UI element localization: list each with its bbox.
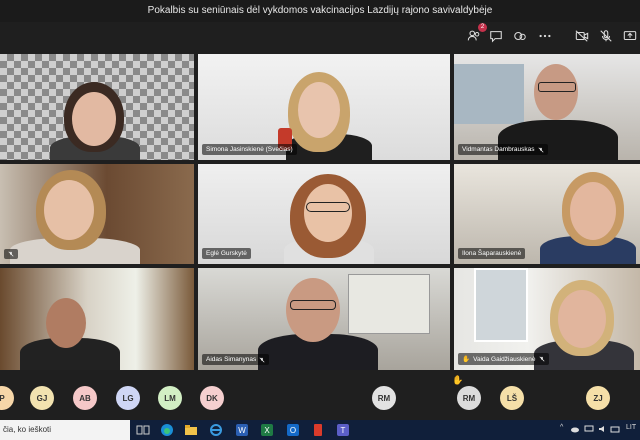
avatar[interactable]: RM — [372, 386, 396, 410]
meeting-title: Pokalbis su seniūnais dėl vykdomos vakci… — [0, 0, 640, 22]
word-icon[interactable]: W — [235, 423, 249, 437]
excel-icon[interactable]: X — [260, 423, 274, 437]
participant-name-label: Ilona Šaparauskienė — [458, 248, 526, 259]
video-tile[interactable] — [0, 54, 194, 160]
avatar-initials: P — [0, 393, 5, 403]
mic-off-icon — [8, 251, 14, 257]
participant-name: Ilona Šaparauskienė — [462, 250, 522, 257]
mic-off-icon — [259, 357, 265, 362]
file-explorer-icon[interactable] — [184, 423, 198, 437]
avatar[interactable]: DK — [200, 386, 224, 410]
video-tile[interactable] — [0, 268, 194, 370]
participant-name-label: Simona Jasinskienė (Svečias) — [202, 144, 297, 155]
language-indicator[interactable]: LIT — [626, 424, 636, 431]
internet-explorer-icon[interactable] — [209, 423, 223, 437]
video-tile[interactable] — [0, 164, 194, 264]
teams-icon[interactable]: T — [336, 423, 350, 437]
camera-off-button[interactable] — [572, 26, 592, 46]
participant-name-label: Aidas Simanynas — [202, 354, 270, 365]
participant-name: Vaida Gaidžiauskienė — [473, 355, 536, 363]
avatar[interactable]: P — [0, 386, 14, 410]
avatar[interactable]: RM — [457, 386, 481, 410]
edge-browser-icon[interactable] — [160, 423, 174, 437]
taskbar: čia, ko ieškoti W X O T ^ LIT — [0, 420, 640, 440]
cloud-icon[interactable] — [570, 424, 580, 434]
volume-icon[interactable] — [598, 424, 608, 434]
mic-off-button[interactable] — [596, 26, 616, 46]
avatar[interactable]: GJ — [30, 386, 54, 410]
taskbar-search-box[interactable]: čia, ko ieškoti — [0, 420, 130, 440]
reactions-icon — [514, 31, 526, 41]
keyboard-icon[interactable] — [610, 424, 620, 434]
svg-text:X: X — [264, 426, 270, 435]
share-screen-button[interactable] — [620, 26, 640, 46]
avatar-initials: LŠ — [506, 393, 518, 403]
video-tile[interactable]: Eglė Gurskytė — [198, 164, 450, 264]
avatar-initials: GJ — [36, 393, 48, 403]
participant-name: Vidmantas Dambrauskas — [462, 146, 535, 153]
video-tile[interactable]: Ilona Šaparauskienė — [454, 164, 640, 264]
meeting-toolbar: 2 — [0, 22, 640, 50]
more-actions-button[interactable] — [535, 26, 555, 46]
video-grid: Simona Jasinskienė (Svečias) Vidmantas D… — [0, 52, 640, 370]
participant-name-label: Vidmantas Dambrauskas — [458, 144, 548, 155]
video-tile[interactable]: Aidas Simanynas — [198, 268, 450, 370]
avatar-initials: LG — [122, 393, 134, 403]
outlook-icon[interactable]: O — [286, 423, 300, 437]
hand-raised-icon: ✋ — [462, 356, 471, 363]
svg-text:W: W — [238, 426, 246, 435]
reactions-button[interactable] — [510, 26, 530, 46]
participants-button[interactable]: 2 — [464, 23, 487, 46]
avatar[interactable]: LG — [116, 386, 140, 410]
participant-avatar-strip: P GJ AB LG LM DK RM ✋ RM LŠ ZJ — [0, 370, 640, 420]
svg-text:T: T — [341, 426, 346, 435]
camera-off-icon — [575, 30, 589, 42]
chat-button[interactable] — [486, 26, 506, 46]
mic-off-icon — [539, 356, 544, 362]
participant-name: Aidas Simanynas — [206, 356, 257, 363]
participant-name-label — [4, 249, 18, 259]
avatar[interactable]: ZJ — [586, 386, 610, 410]
search-text: čia, ko ieškoti — [3, 425, 52, 434]
video-tile[interactable]: Simona Jasinskienė (Svečias) — [198, 54, 450, 160]
participant-name: Eglė Gurskytė — [206, 250, 247, 257]
task-view-icon[interactable] — [136, 423, 150, 437]
show-hidden-icons-icon[interactable]: ^ — [560, 424, 563, 431]
office-icon[interactable] — [311, 423, 325, 437]
svg-text:O: O — [290, 426, 296, 435]
avatar-initials: AB — [79, 393, 91, 403]
video-tile[interactable]: ✋ Vaida Gaidžiauskienė — [454, 268, 640, 370]
mic-off-icon — [600, 30, 612, 42]
avatar[interactable]: LM — [158, 386, 182, 410]
participant-name-label: Eglė Gurskytė — [202, 248, 251, 259]
avatar-initials: LM — [164, 393, 176, 403]
avatar-initials: DK — [206, 393, 218, 403]
video-tile[interactable]: Vidmantas Dambrauskas — [454, 54, 640, 160]
hand-raised-icon: ✋ — [452, 375, 464, 385]
share-screen-icon — [623, 31, 637, 41]
avatar-initials: RM — [377, 393, 391, 403]
mic-off-icon — [538, 147, 543, 152]
more-icon — [539, 34, 551, 38]
network-icon[interactable] — [584, 424, 594, 434]
avatar-initials: RM — [462, 393, 476, 403]
avatar[interactable]: LŠ — [500, 386, 524, 410]
avatar-initials: ZJ — [593, 393, 603, 403]
chat-icon — [490, 31, 502, 43]
participant-name: Simona Jasinskienė (Svečias) — [206, 146, 293, 153]
avatar[interactable]: AB — [73, 386, 97, 410]
participant-name-label: ✋ Vaida Gaidžiauskienė — [458, 353, 549, 365]
